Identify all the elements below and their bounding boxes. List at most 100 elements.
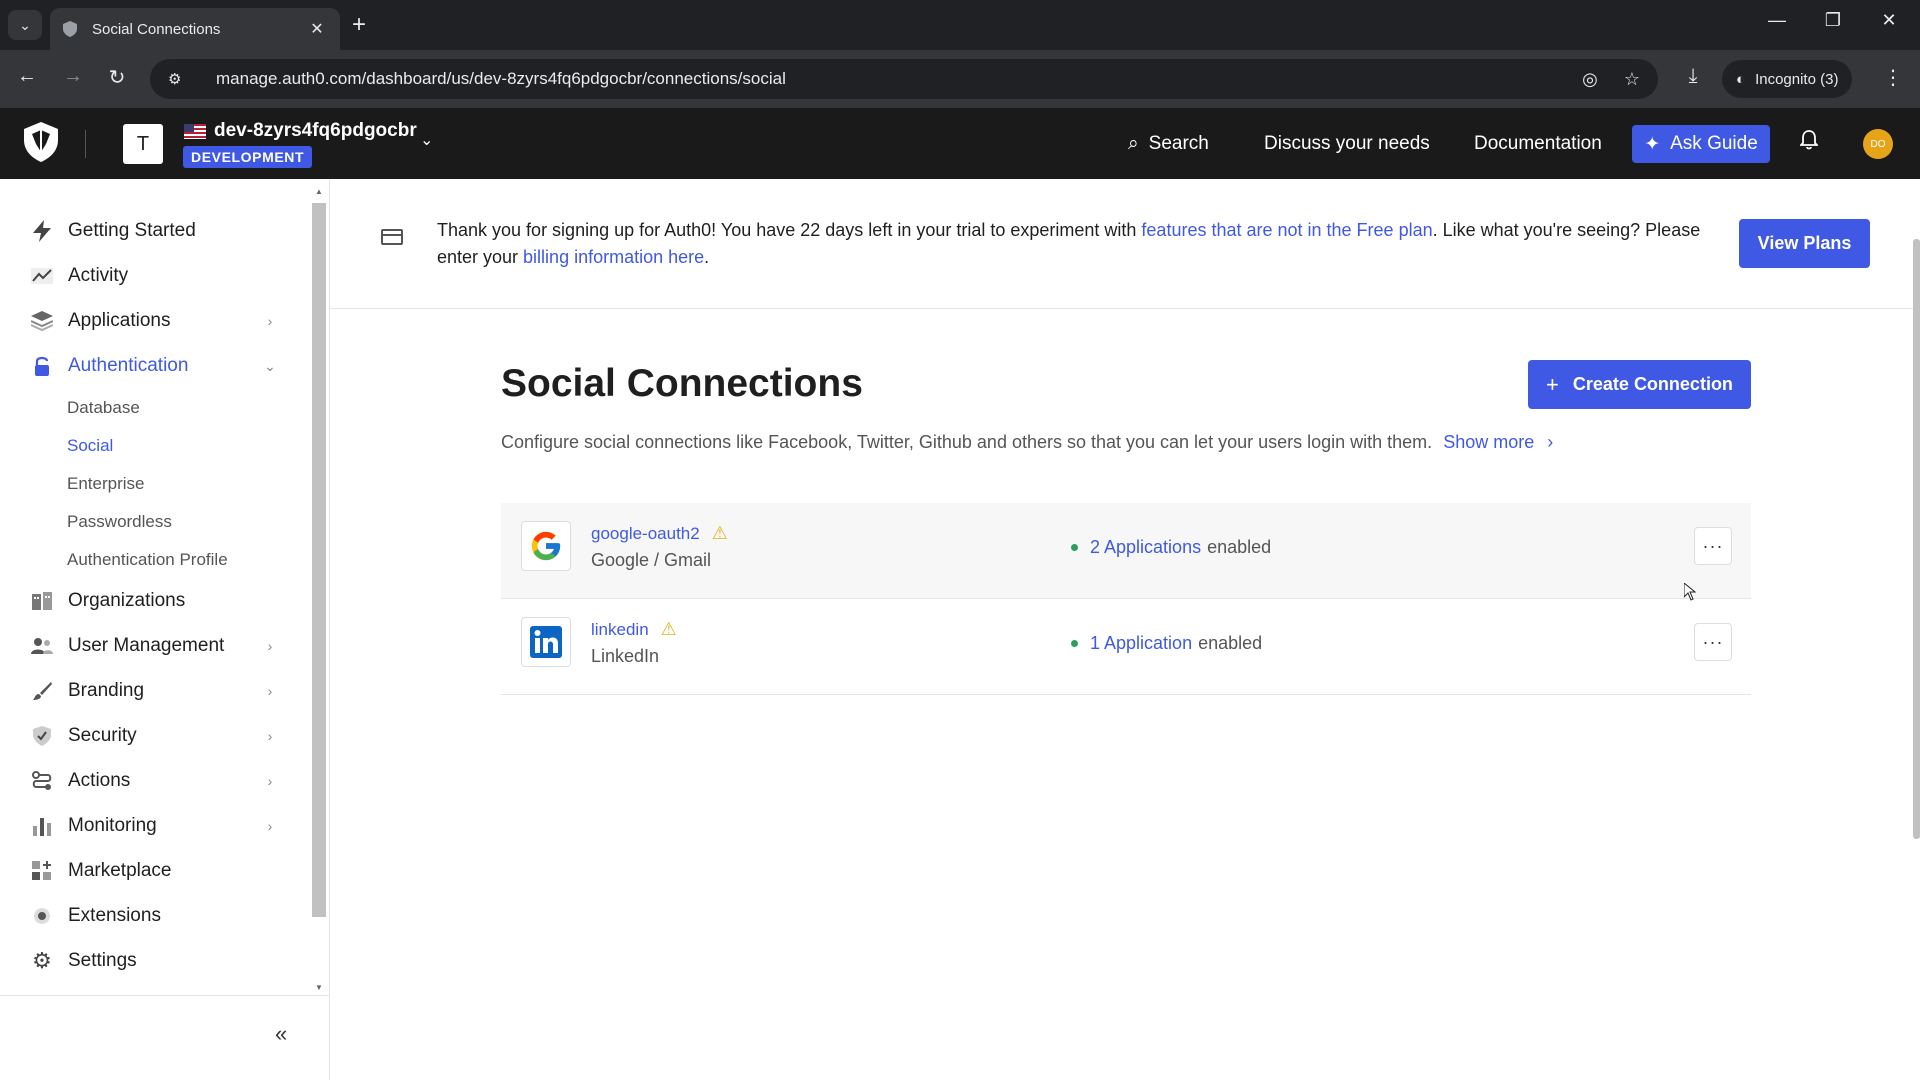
sidebar-item-applications[interactable]: Applications › [30, 301, 280, 341]
ellipsis-icon: ··· [1702, 535, 1724, 556]
address-bar[interactable]: ⚙ manage.auth0.com/dashboard/us/dev-8zyr… [150, 59, 1658, 99]
sparkle-icon: ✦ [1644, 133, 1661, 155]
user-avatar[interactable]: DO [1863, 129, 1893, 159]
reload-icon[interactable]: ↻ [102, 65, 132, 90]
browser-menu-icon[interactable]: ⋮ [1878, 65, 1908, 90]
search-link[interactable]: ⌕ Search [1128, 133, 1209, 155]
shield-check-icon [30, 724, 54, 748]
environment-badge: DEVELOPMENT [183, 146, 313, 168]
sidebar-item-marketplace[interactable]: Marketplace [30, 851, 280, 891]
incognito-label: Incognito (3) [1755, 70, 1839, 88]
page-title: Social Connections [501, 362, 863, 405]
credit-card-icon [381, 229, 403, 245]
connection-name-link[interactable]: linkedin ⚠ [591, 619, 677, 640]
browser-tab[interactable]: Social Connections ✕ [50, 8, 340, 50]
sidebar-sub-enterprise[interactable]: Enterprise [67, 474, 144, 494]
main-scrollbar[interactable] [1913, 239, 1920, 839]
sidebar-item-actions[interactable]: Actions › [30, 761, 280, 801]
sidebar-item-activity[interactable]: Activity [30, 256, 280, 296]
restore-icon[interactable]: ❐ [1808, 10, 1858, 31]
sidebar-item-getting-started[interactable]: Getting Started [30, 211, 280, 251]
sidebar-item-label: Settings [68, 950, 137, 971]
download-icon[interactable]: ⤓ [1678, 65, 1708, 88]
tab-close-icon[interactable]: ✕ [306, 19, 328, 39]
bell-icon[interactable] [1798, 130, 1820, 156]
sidebar-item-organizations[interactable]: Organizations [30, 581, 280, 621]
sidebar-item-extensions[interactable]: Extensions [30, 896, 280, 936]
bar-chart-icon [30, 814, 54, 838]
sidebar-item-user-management[interactable]: User Management › [30, 626, 280, 666]
sidebar-scrollbar-thumb[interactable] [312, 203, 326, 917]
collapse-sidebar-icon[interactable]: « [275, 1021, 287, 1047]
sidebar-item-label: Applications [68, 310, 171, 331]
chevron-right-icon: › [267, 773, 273, 789]
sidebar: Getting Started Activity Applications › … [0, 179, 330, 1080]
lock-icon [30, 354, 54, 378]
create-connection-button[interactable]: + Create Connection [1528, 360, 1751, 409]
applications-count-link[interactable]: 1 Application [1090, 633, 1192, 654]
app-header: T dev-8zyrs4fq6pdgocbr DEVELOPMENT ⌄ ⌕ Se… [0, 108, 1920, 179]
sidebar-scrollbar[interactable]: ▲ ▼ [312, 187, 326, 995]
tenant-chevron-down-icon[interactable]: ⌄ [420, 130, 433, 150]
back-icon[interactable]: ← [12, 65, 42, 88]
layers-icon [30, 309, 54, 333]
sidebar-sub-database[interactable]: Database [67, 398, 140, 418]
view-plans-button[interactable]: View Plans [1739, 219, 1870, 268]
chevron-right-icon: › [267, 313, 273, 329]
discuss-needs-link[interactable]: Discuss your needs [1264, 133, 1430, 155]
more-options-button[interactable]: ··· [1694, 527, 1732, 565]
trial-banner-text: Thank you for signing up for Auth0! You … [437, 220, 1701, 267]
trial-banner: Thank you for signing up for Auth0! You … [331, 179, 1920, 309]
auth0-logo-icon[interactable] [24, 122, 60, 164]
chevron-right-icon: › [267, 683, 273, 699]
connection-apps-status: 1 Application enabled [1071, 633, 1262, 654]
sidebar-sub-passwordless[interactable]: Passwordless [67, 512, 172, 532]
applications-count-link[interactable]: 2 Applications [1090, 537, 1201, 558]
connection-row-linkedin[interactable]: linkedin ⚠ LinkedIn 1 Application enable… [501, 599, 1751, 695]
forward-icon[interactable]: → [58, 65, 88, 88]
header-divider [85, 130, 86, 158]
sidebar-item-label: Activity [68, 265, 129, 286]
chevron-right-icon: › [267, 638, 273, 654]
google-logo-icon [521, 521, 571, 571]
scroll-up-arrow-icon[interactable]: ▲ [312, 187, 326, 196]
sidebar-item-branding[interactable]: Branding › [30, 671, 280, 711]
sidebar-item-settings[interactable]: ⚙ Settings [30, 941, 280, 981]
more-options-button[interactable]: ··· [1694, 623, 1732, 661]
ask-guide-button[interactable]: ✦ Ask Guide [1632, 125, 1770, 163]
new-tab-button[interactable]: + [352, 12, 366, 38]
warning-icon[interactable]: ⚠ [712, 523, 728, 544]
tab-search-button[interactable]: ⌄ [8, 10, 42, 40]
url-text[interactable]: manage.auth0.com/dashboard/us/dev-8zyrs4… [216, 69, 1556, 89]
sidebar-item-label: Actions [68, 770, 131, 791]
star-icon[interactable]: ☆ [1624, 69, 1640, 90]
connection-row-google[interactable]: google-oauth2 ⚠ Google / Gmail 2 Applica… [501, 503, 1751, 599]
connection-name-link[interactable]: google-oauth2 ⚠ [591, 523, 728, 544]
documentation-link[interactable]: Documentation [1474, 133, 1602, 155]
chevron-down-icon: ⌄ [264, 357, 276, 374]
sidebar-sub-social[interactable]: Social [67, 436, 113, 456]
sidebar-item-security[interactable]: Security › [30, 716, 280, 756]
billing-information-link[interactable]: billing information here [523, 247, 704, 267]
marketplace-icon [30, 859, 54, 883]
us-flag-icon [184, 123, 206, 139]
eye-off-icon[interactable]: ◎ [1582, 69, 1598, 90]
tenant-avatar[interactable]: T [123, 124, 163, 164]
sidebar-item-label: Extensions [68, 905, 161, 926]
site-settings-icon[interactable]: ⚙ [168, 70, 194, 88]
free-plan-features-link[interactable]: features that are not in the Free plan [1141, 220, 1432, 240]
warning-icon[interactable]: ⚠ [661, 619, 677, 640]
tenant-name[interactable]: dev-8zyrs4fq6pdgocbr [184, 120, 417, 142]
show-more-link[interactable]: Show more › [1443, 432, 1553, 452]
scroll-down-arrow-icon[interactable]: ▼ [312, 983, 326, 992]
sidebar-item-monitoring[interactable]: Monitoring › [30, 806, 280, 846]
incognito-badge[interactable]: ◐ Incognito (3) [1722, 60, 1853, 98]
minimize-icon[interactable]: — [1752, 10, 1802, 31]
window-close-icon[interactable]: ✕ [1864, 10, 1914, 31]
sidebar-item-authentication[interactable]: Authentication ⌄ [30, 346, 280, 386]
bolt-icon [30, 219, 54, 243]
incognito-icon: ◐ [1736, 70, 1746, 88]
sidebar-item-label: Marketplace [68, 860, 172, 881]
sidebar-sub-authentication-profile[interactable]: Authentication Profile [67, 550, 228, 570]
page-description: Configure social connections like Facebo… [501, 432, 1554, 452]
